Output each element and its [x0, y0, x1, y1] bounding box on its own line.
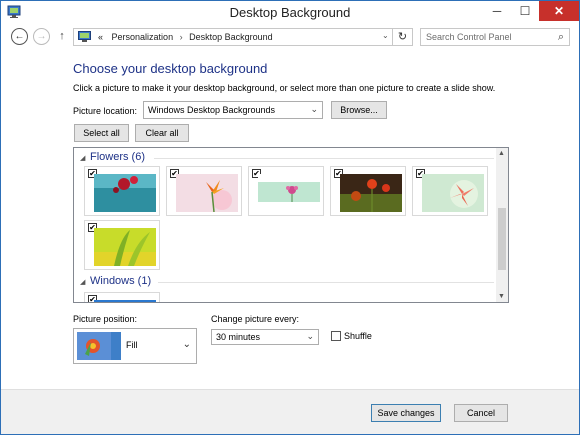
scroll-down-icon[interactable]: ▼ [498, 293, 505, 300]
change-picture-label: Change picture every: [211, 314, 300, 324]
breadcrumb-overflow[interactable]: « [98, 32, 103, 42]
shuffle-label[interactable]: Shuffle [344, 331, 372, 341]
page-title: Choose your desktop background [73, 61, 268, 76]
control-panel-icon [78, 31, 91, 42]
collapse-icon: ◢ [80, 279, 86, 286]
page-description: Click a picture to make it your desktop … [73, 83, 496, 93]
flower-wallpaper-icon [258, 174, 320, 212]
address-bar: ← → ↑ « Personalization › Desktop Backgr… [1, 25, 579, 49]
thumbnail[interactable]: ✔ [84, 166, 160, 216]
search-icon[interactable]: ⌕ [558, 31, 564, 44]
group-divider [154, 158, 494, 159]
thumbnail[interactable]: ✔ [84, 292, 160, 302]
scroll-up-icon[interactable]: ▲ [498, 150, 505, 157]
maximize-button[interactable]: ☐ [511, 1, 539, 21]
up-button[interactable]: ↑ [55, 28, 69, 45]
desktop-background-window: Desktop Background ─ ☐ ✕ ← → ↑ « Persona… [0, 0, 580, 435]
chevron-down-icon[interactable]: ⌄ [382, 31, 389, 40]
picture-position-select[interactable]: Fill ⌄ [73, 328, 197, 364]
picture-location-label: Picture location: [73, 106, 138, 116]
change-picture-value: 30 minutes [216, 332, 261, 342]
picture-position-value: Fill [126, 340, 138, 350]
search-input[interactable] [426, 31, 546, 43]
flower-wallpaper-icon [94, 174, 156, 212]
change-picture-select[interactable]: 30 minutes ⌄ [211, 329, 319, 345]
flower-wallpaper-icon [422, 174, 484, 212]
clear-all-button[interactable]: Clear all [135, 124, 189, 142]
address-box[interactable]: « Personalization › Desktop Background ⌄ [73, 28, 393, 46]
chevron-down-icon: ⌄ [306, 331, 314, 341]
gallery-scrollbar[interactable]: ▲ ▼ [496, 148, 508, 302]
scrollbar-thumb[interactable] [498, 208, 506, 270]
group-name: Windows (1) [90, 275, 152, 287]
flower-wallpaper-icon [340, 174, 402, 212]
chevron-down-icon: ⌄ [182, 339, 191, 350]
group-divider [158, 282, 494, 283]
thumbnail[interactable]: ✔ [248, 166, 324, 216]
refresh-button[interactable]: ↻ [393, 28, 413, 46]
select-all-button[interactable]: Select all [74, 124, 129, 142]
thumbnail[interactable]: ✔ [412, 166, 488, 216]
browse-button[interactable]: Browse... [331, 101, 387, 119]
picture-position-label: Picture position: [73, 314, 138, 324]
back-button[interactable]: ← [11, 28, 28, 45]
fill-preview-icon [77, 332, 121, 360]
breadcrumb-desktop-background[interactable]: Desktop Background [189, 32, 273, 42]
collapse-icon: ◢ [80, 155, 86, 162]
shuffle-checkbox[interactable] [331, 331, 341, 341]
windows-wallpaper-icon [94, 300, 156, 302]
picture-location-value: Windows Desktop Backgrounds [148, 105, 276, 115]
flower-wallpaper-icon [176, 174, 238, 212]
close-button[interactable]: ✕ [539, 1, 579, 21]
minimize-button[interactable]: ─ [483, 1, 511, 21]
search-box[interactable]: ⌕ [420, 28, 570, 46]
cancel-button[interactable]: Cancel [454, 404, 508, 422]
chevron-down-icon: ⌄ [310, 104, 318, 114]
thumbnail[interactable]: ✔ [166, 166, 242, 216]
thumbnail[interactable]: ✔ [330, 166, 406, 216]
save-changes-button[interactable]: Save changes [371, 404, 441, 422]
breadcrumb: « Personalization › Desktop Background [98, 32, 273, 42]
breadcrumb-separator[interactable]: › [176, 32, 187, 42]
thumbnail[interactable]: ✔ [84, 220, 160, 270]
group-name: Flowers (6) [90, 151, 146, 163]
footer-bar: Save changes Cancel [1, 389, 579, 434]
title-bar: Desktop Background ─ ☐ ✕ [1, 1, 579, 25]
picture-gallery[interactable]: ◢ Flowers (6) ✔ ✔ ✔ ✔ ✔ ✔ ◢ Windows (1) … [73, 147, 509, 303]
picture-location-select[interactable]: Windows Desktop Backgrounds ⌄ [143, 101, 323, 119]
main-content: Choose your desktop background Click a p… [1, 49, 579, 389]
breadcrumb-personalization[interactable]: Personalization [112, 32, 174, 42]
leaf-wallpaper-icon [94, 228, 156, 266]
forward-button[interactable]: → [33, 28, 50, 45]
